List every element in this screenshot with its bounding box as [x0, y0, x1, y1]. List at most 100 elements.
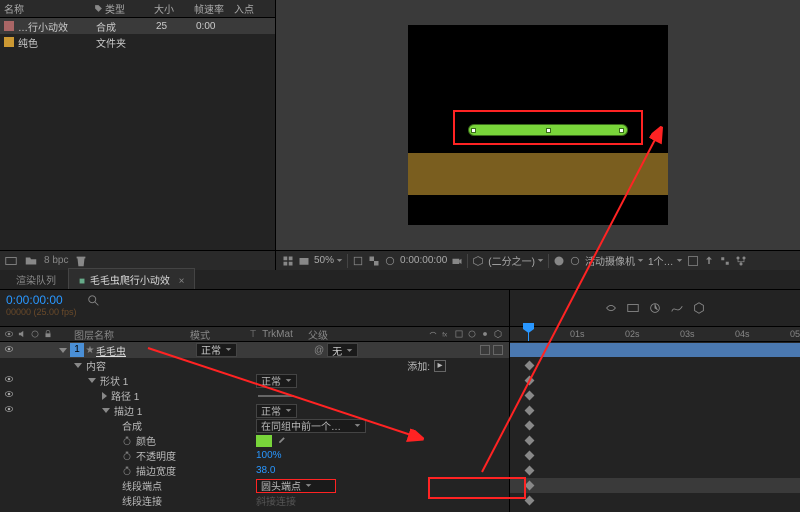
line-cap-prop[interactable]: 线段端点 圆头端点 — [0, 478, 509, 493]
keyframe-icon[interactable] — [525, 496, 535, 506]
parent-dropdown[interactable]: 无 — [327, 343, 358, 357]
vertex-handle[interactable] — [546, 128, 551, 133]
stroke-mode-dropdown[interactable]: 正常 — [256, 404, 297, 418]
keyframe-icon[interactable] — [525, 466, 535, 476]
graph-editor-icon[interactable] — [670, 301, 684, 315]
motion-blur-icon[interactable] — [467, 329, 477, 339]
layer-duration-bar[interactable] — [510, 343, 800, 357]
viewer-area[interactable] — [276, 0, 800, 250]
opacity-value[interactable]: 100% — [256, 450, 282, 461]
new-folder-icon[interactable] — [24, 254, 38, 268]
grid-icon[interactable] — [282, 255, 294, 267]
twirl-right-icon[interactable] — [102, 392, 107, 400]
shape-group[interactable]: 形状 1 正常 — [0, 373, 509, 388]
parent-pickwhip[interactable]: @ — [314, 345, 324, 356]
blend-mode-dropdown[interactable]: 正常 — [196, 343, 237, 357]
fx-icon[interactable]: fx — [441, 329, 451, 339]
stroke-group[interactable]: 描边 1 正常 — [0, 403, 509, 418]
mask-icon[interactable] — [384, 255, 396, 267]
views-dropdown[interactable]: 1个… — [648, 253, 683, 268]
col-mode[interactable]: 模式 — [190, 327, 250, 342]
zoom-dropdown[interactable]: 50% — [314, 255, 343, 266]
line-join-value[interactable]: 斜接连接 — [256, 493, 296, 508]
keyframe-icon[interactable] — [525, 361, 535, 371]
vertex-handle[interactable] — [471, 128, 476, 133]
keyframe-icon[interactable] — [525, 421, 535, 431]
twirl-down-icon[interactable] — [59, 348, 67, 353]
stopwatch-icon[interactable] — [122, 436, 132, 446]
keyframe-icon[interactable] — [525, 391, 535, 401]
eye-icon[interactable] — [4, 404, 14, 414]
eye-icon[interactable] — [4, 344, 14, 354]
add-menu-button[interactable]: ▸ — [434, 360, 446, 372]
view-icon[interactable] — [687, 255, 699, 267]
current-time-indicator[interactable] — [528, 327, 529, 341]
exposure-icon[interactable] — [569, 255, 581, 267]
draft3d-toggle-icon[interactable] — [692, 301, 706, 315]
shy-icon[interactable] — [428, 329, 438, 339]
twirl-down-icon[interactable] — [88, 378, 96, 383]
solo-header-icon[interactable] — [30, 329, 40, 339]
time-ruler[interactable]: 01s 02s 03s 04s 05s — [510, 326, 800, 342]
project-empty-area[interactable] — [0, 50, 275, 250]
adjustment-icon[interactable] — [480, 329, 490, 339]
stopwatch-icon[interactable] — [122, 451, 132, 461]
keyframe-icon[interactable] — [525, 406, 535, 416]
motion-blur-toggle-icon[interactable] — [648, 301, 662, 315]
transparency-icon[interactable] — [368, 255, 380, 267]
keyframe-icon[interactable] — [525, 481, 535, 491]
contents-group[interactable]: 内容 添加:▸ — [0, 358, 509, 373]
fullres-icon[interactable] — [719, 255, 731, 267]
keyframe-icon[interactable] — [525, 436, 535, 446]
draft3d-icon[interactable] — [472, 255, 484, 267]
col-trkmat[interactable]: TTrkMat — [250, 329, 308, 340]
opacity-prop[interactable]: 不透明度 100% — [0, 448, 509, 463]
composition-tab[interactable]: ■ 毛毛虫爬行小动效 × — [68, 268, 195, 289]
flowchart-icon[interactable] — [735, 255, 747, 267]
switch-box[interactable] — [480, 345, 490, 355]
eye-icon[interactable] — [4, 389, 14, 399]
share-icon[interactable] — [703, 255, 715, 267]
3d-icon[interactable] — [493, 329, 503, 339]
shape-mode-dropdown[interactable]: 正常 — [256, 374, 297, 388]
frame-blend-toggle-icon[interactable] — [626, 301, 640, 315]
col-layer-name[interactable]: 图层名称 — [70, 327, 190, 342]
eyedropper-icon[interactable] — [276, 436, 286, 446]
trash-icon[interactable] — [74, 254, 88, 268]
bpc-label[interactable]: 8 bpc — [44, 255, 68, 266]
close-tab-icon[interactable]: × — [179, 276, 185, 287]
layer-name[interactable]: 毛毛虫 — [96, 343, 196, 358]
composite-prop[interactable]: 合成 在同组中前一个之下 — [0, 418, 509, 433]
search-icon[interactable] — [87, 294, 101, 308]
lock-header-icon[interactable] — [43, 329, 53, 339]
line-join-prop[interactable]: 线段连接 斜接连接 — [0, 493, 509, 508]
col-parent[interactable]: 父级 — [308, 327, 368, 342]
keyframe-icon[interactable] — [525, 376, 535, 386]
col-type[interactable]: 类型 — [90, 1, 150, 16]
twirl-down-icon[interactable] — [102, 408, 110, 413]
eye-icon[interactable] — [4, 374, 14, 384]
composite-dropdown[interactable]: 在同组中前一个之下 — [256, 419, 366, 433]
shy-toggle-icon[interactable] — [604, 301, 618, 315]
track-rows[interactable] — [510, 342, 800, 512]
roi-icon[interactable] — [352, 255, 364, 267]
camera-dropdown[interactable]: 活动摄像机 — [585, 253, 644, 268]
line-cap-dropdown[interactable]: 圆头端点 — [256, 479, 336, 493]
col-in[interactable]: 入点 — [230, 1, 274, 16]
camera-icon[interactable] — [451, 255, 463, 267]
col-name[interactable]: 名称 — [0, 1, 90, 16]
preview-timecode[interactable]: 0:00:00:00 — [400, 255, 447, 266]
eye-header-icon[interactable] — [4, 329, 14, 339]
color-icon[interactable] — [553, 255, 565, 267]
composition-canvas[interactable] — [408, 25, 668, 225]
layer-row[interactable]: 1 ★ 毛毛虫 正常 @ 无 — [0, 342, 509, 358]
path-group[interactable]: 路径 1 — [0, 388, 509, 403]
twirl-down-icon[interactable] — [74, 363, 82, 368]
project-item[interactable]: 纯色 文件夹 — [0, 34, 275, 50]
project-item[interactable]: …行小动效 合成 25 0:00 — [0, 18, 275, 34]
color-swatch[interactable] — [256, 435, 272, 447]
render-queue-tab[interactable]: 渲染队列 — [6, 269, 66, 289]
col-size[interactable]: 大小 — [150, 1, 190, 16]
caterpillar-shape[interactable] — [468, 124, 628, 136]
snapshot-icon[interactable] — [298, 255, 310, 267]
